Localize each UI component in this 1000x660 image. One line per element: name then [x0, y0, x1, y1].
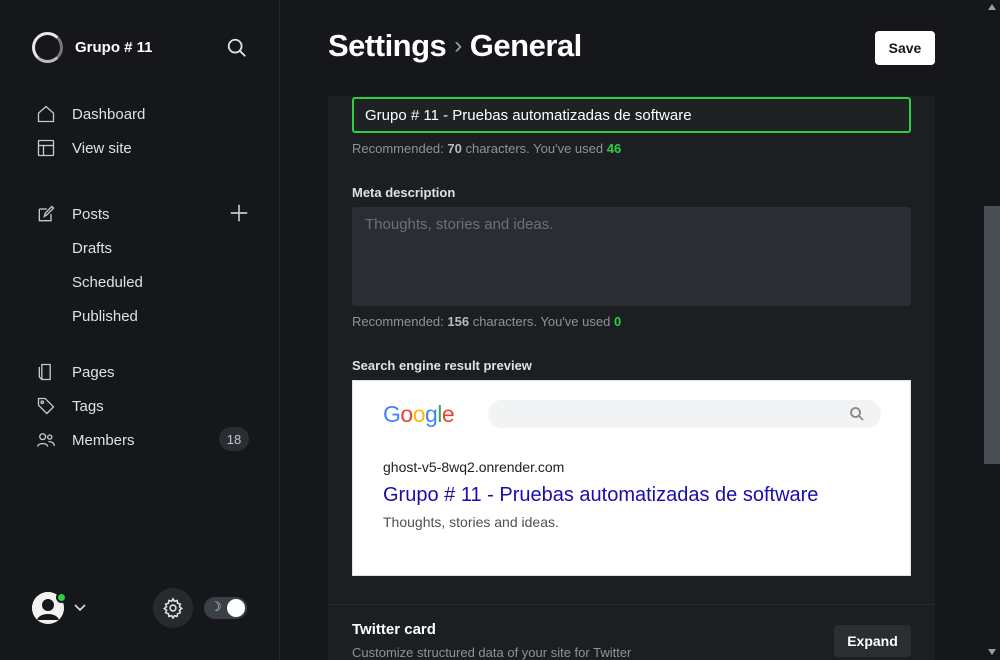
serp-description: Thoughts, stories and ideas. [383, 514, 559, 530]
site-name: Grupo # 11 [75, 39, 153, 56]
save-button[interactable]: Save [875, 31, 935, 65]
twitter-card-description: Customize structured data of your site f… [352, 645, 632, 660]
tag-icon [37, 397, 55, 415]
members-count-badge: 18 [219, 427, 249, 451]
nav-drafts[interactable]: Drafts [72, 240, 112, 257]
scroll-down-icon[interactable] [987, 648, 997, 656]
nav-dashboard[interactable]: Dashboard [36, 102, 145, 126]
nav-tags[interactable]: Tags [36, 394, 104, 418]
nav-posts-label: Posts [72, 205, 110, 223]
hint-prefix: Recommended: [352, 314, 448, 329]
google-letter: G [383, 401, 401, 427]
moon-icon: ☽ [210, 599, 222, 614]
layout-icon [37, 139, 55, 157]
meta-description-hint: Recommended: 156 characters. You've used… [352, 314, 621, 329]
serp-preview-label: Search engine result preview [352, 358, 532, 373]
nav-view-site[interactable]: View site [36, 136, 132, 160]
meta-description-label: Meta description [352, 185, 456, 200]
hint-mid: characters. You've used [469, 314, 614, 329]
meta-title-input[interactable]: Grupo # 11 - Pruebas automatizadas de so… [352, 97, 911, 133]
breadcrumb-separator-icon: › [454, 32, 462, 59]
google-logo: Google [383, 401, 455, 428]
gear-icon [163, 597, 183, 619]
scrollbar-thumb[interactable] [984, 206, 1000, 464]
nav-members[interactable]: Members [36, 428, 135, 452]
google-letter: o [412, 401, 426, 427]
hint-used: 46 [606, 141, 622, 156]
hint-max: 70 [447, 141, 462, 156]
serp-url: ghost-v5-8wq2.onrender.com [383, 459, 565, 475]
google-letter: o [400, 401, 413, 427]
serp-preview: Google ghost-v5-8wq2.onrender.com Grupo … [352, 380, 911, 576]
hint-mid: characters. You've used [461, 141, 607, 156]
meta-description-textarea[interactable]: Thoughts, stories and ideas. [352, 207, 911, 306]
hint-prefix: Recommended: [352, 141, 448, 156]
toggle-knob [227, 599, 245, 617]
sidebar: Grupo # 11 Dashboard View site Posts Dra… [0, 0, 280, 660]
pages-icon [38, 363, 51, 381]
dark-mode-toggle[interactable]: ☽ [204, 597, 247, 619]
expand-button[interactable]: Expand [834, 625, 911, 657]
nav-pages-label: Pages [72, 363, 115, 381]
members-icon [37, 433, 55, 447]
edit-icon [38, 205, 55, 222]
nav-tags-label: Tags [72, 397, 104, 415]
google-search-bar [488, 400, 881, 428]
nav-scheduled[interactable]: Scheduled [72, 274, 143, 291]
chevron-down-icon[interactable] [73, 601, 87, 615]
site-logo [32, 32, 63, 63]
nav-dashboard-label: Dashboard [72, 105, 146, 123]
meta-title-hint: Recommended: 70 characters. You've used … [352, 141, 621, 156]
breadcrumb-general: General [469, 28, 582, 63]
search-icon[interactable] [226, 37, 248, 59]
nav-members-label: Members [72, 431, 135, 449]
scroll-up-icon[interactable] [987, 3, 997, 11]
google-letter: g [424, 401, 438, 427]
brand[interactable]: Grupo # 11 [32, 32, 153, 63]
page-title: Settings › General [328, 28, 582, 64]
search-icon [850, 407, 864, 421]
google-letter: e [441, 401, 455, 427]
breadcrumb-settings[interactable]: Settings [328, 28, 447, 64]
hint-max: 156 [447, 314, 470, 329]
twitter-card-title: Twitter card [352, 621, 436, 638]
nav-posts[interactable]: Posts [36, 202, 110, 226]
nav-view-site-label: View site [72, 139, 132, 157]
hint-used: 0 [613, 314, 622, 329]
serp-title: Grupo # 11 - Pruebas automatizadas de so… [383, 484, 819, 506]
online-status-dot [56, 592, 67, 603]
nav-pages[interactable]: Pages [36, 360, 115, 384]
settings-button[interactable] [153, 588, 193, 628]
add-post-icon[interactable] [228, 202, 250, 224]
nav-published[interactable]: Published [72, 308, 138, 325]
house-icon [37, 105, 55, 123]
